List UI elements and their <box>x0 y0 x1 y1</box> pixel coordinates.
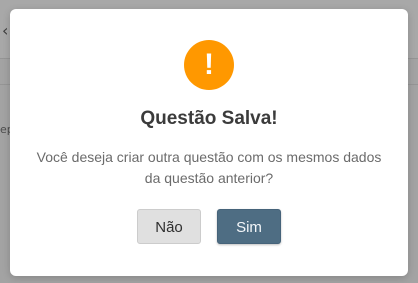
no-button[interactable]: Não <box>137 209 201 244</box>
dialog-title: Questão Salva! <box>140 108 278 129</box>
exclamation-icon: ! <box>184 40 234 90</box>
confirmation-dialog: ! Questão Salva! Você deseja criar outra… <box>10 9 408 276</box>
background-text-fragment: ep <box>0 123 10 136</box>
yes-button[interactable]: Sim <box>217 209 281 244</box>
dialog-message: Você deseja criar outra questão com os m… <box>36 149 382 186</box>
